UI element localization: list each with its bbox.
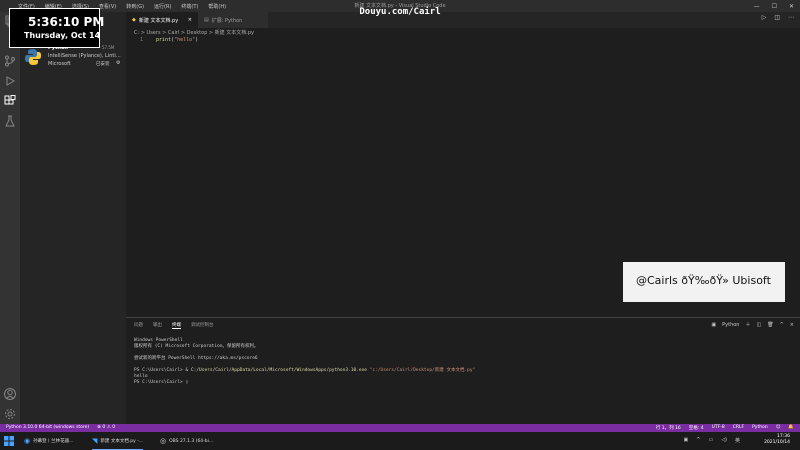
code-paren-close: ) xyxy=(195,37,199,43)
terminal-prompt-line: PS C:\Users\Cairl> ▯ xyxy=(134,380,475,386)
code-keyword: print xyxy=(156,37,172,43)
stream-watermark: Douyu.com/Cairl xyxy=(359,7,441,17)
taskbar-label: OBS 27.1.3 (64-bi... xyxy=(169,438,214,444)
menu-run[interactable]: 运行(R) xyxy=(154,3,171,10)
more-actions-icon[interactable]: ⋯ xyxy=(788,14,794,21)
tab-python-file[interactable]: ◆ 新建 文本文档.py × xyxy=(126,12,198,28)
account-icon[interactable] xyxy=(4,388,16,400)
tab-output[interactable]: 输出 xyxy=(153,322,162,329)
tab-label: 扩展: Python xyxy=(211,17,243,24)
extension-tab-icon: ▤ xyxy=(204,17,209,23)
taskbar-clock[interactable]: 17:36 2021/10/14 xyxy=(764,434,790,446)
extensions-icon[interactable] xyxy=(4,95,16,107)
overlay-date: Thursday, Oct 14 xyxy=(24,31,101,40)
maximize-icon[interactable]: ☐ xyxy=(772,3,777,10)
extension-status: 已安装 xyxy=(96,62,110,67)
terminal-command-line: PS C:\Users\Cairl> & C:/Users/Cairl/AppD… xyxy=(134,368,475,374)
tab-label: 新建 文本文档.py xyxy=(138,17,179,24)
extension-publisher: Microsoft xyxy=(48,61,71,67)
warning-icon: ⚠ xyxy=(106,425,111,430)
add-terminal-icon[interactable]: ＋ xyxy=(745,321,750,328)
shell-label[interactable]: Python xyxy=(722,322,739,328)
language-mode[interactable]: Python xyxy=(752,425,768,431)
notifications-icon[interactable]: 🔔 xyxy=(788,425,794,431)
feedback-icon[interactable]: ☺ xyxy=(776,425,781,431)
menu-help[interactable]: 帮助(H) xyxy=(208,3,226,10)
run-debug-icon[interactable] xyxy=(4,75,16,87)
extension-description: IntelliSense (Pylance), Linting... xyxy=(48,53,122,59)
encoding[interactable]: UTF-8 xyxy=(712,425,725,431)
testing-icon[interactable] xyxy=(4,115,16,127)
python-file-icon: ◆ xyxy=(132,17,136,23)
windows-logo-icon xyxy=(4,436,14,446)
split-editor-icon[interactable]: ◫ xyxy=(774,14,780,21)
line-ending[interactable]: CRLF xyxy=(733,425,744,431)
terminal-prompt: PS C:\Users\Cairl> xyxy=(134,380,186,385)
line-number: 1 xyxy=(140,37,144,43)
taskbar-label: 孙幕登丨兰林花器... xyxy=(33,439,74,444)
input-language[interactable]: 英 xyxy=(735,437,740,444)
tab-extension-python[interactable]: ▤ 扩展: Python xyxy=(198,12,268,28)
manage-gear-icon[interactable]: ⚙ xyxy=(116,60,120,66)
terminal-icon: ▣ xyxy=(711,321,717,328)
taskbar-browser[interactable]: ◉ 孙幕登丨兰林花器... xyxy=(24,433,73,449)
source-control-icon[interactable] xyxy=(4,55,16,67)
maximize-panel-icon[interactable]: ^ xyxy=(780,322,784,328)
show-hidden-icon[interactable]: ^ xyxy=(696,437,700,444)
error-count: 0 xyxy=(102,425,106,430)
code-string: "hello" xyxy=(174,37,196,43)
panel-actions: ▣ Python ＋ ◫ 🗑 ^ × xyxy=(711,321,794,329)
terminal-prompt: PS C:\Users\Cairl> & xyxy=(134,368,191,373)
run-icon[interactable]: ▷ xyxy=(762,14,767,21)
taskbar-obs[interactable]: ◎ OBS 27.1.3 (64-bi... xyxy=(160,433,213,449)
extension-downloads: 57.5M xyxy=(102,45,115,50)
close-icon[interactable]: ✕ xyxy=(789,3,794,10)
obs-icon: ◎ xyxy=(160,437,167,445)
menu-terminal[interactable]: 终端(T) xyxy=(181,3,198,10)
browser-icon: ◉ xyxy=(24,437,31,445)
close-icon[interactable]: × xyxy=(188,17,192,23)
tab-problems[interactable]: 问题 xyxy=(134,322,143,329)
terminal-exe-path: C:/Users/Cairl/AppData/Local/Microsoft/W… xyxy=(190,368,368,373)
cursor-icon: ▯ xyxy=(185,380,189,385)
cursor-position[interactable]: 行 1，列 16 xyxy=(656,425,681,431)
vscode-icon: ◥ xyxy=(92,437,98,445)
warning-count: 0 xyxy=(112,425,116,430)
tab-debug-console[interactable]: 调试控制台 xyxy=(191,322,214,329)
start-button[interactable] xyxy=(4,433,14,449)
activity-bar xyxy=(0,12,20,424)
trash-icon[interactable]: 🗑 xyxy=(767,322,773,328)
editor-actions: ▷ ◫ ⋯ xyxy=(762,14,794,21)
menu-go[interactable]: 转到(G) xyxy=(126,3,144,10)
python-logo-icon xyxy=(25,49,41,65)
social-overlay-text: @Cairls ðŸ‰ðŸ» Ubisoft xyxy=(636,274,771,287)
network-icon[interactable]: ▭ xyxy=(708,437,713,444)
terminal-arg: "c:/Users/Cairl/Desktop/新建 文本文档.py" xyxy=(367,368,476,373)
window-controls: — ☐ ✕ xyxy=(754,0,794,12)
python-interpreter[interactable]: Python 3.10.0 64-bit (windows store) xyxy=(6,425,89,430)
taskbar-vscode[interactable]: ◥ 新建 文本文档.py -... xyxy=(92,433,144,450)
taskbar-label: 新建 文本文档.py -... xyxy=(100,439,144,444)
indentation[interactable]: 空格: 4 xyxy=(689,425,704,431)
sidebar xyxy=(20,12,126,424)
menu-view[interactable]: 查看(V) xyxy=(99,3,116,10)
close-panel-icon[interactable]: × xyxy=(790,322,794,328)
problems-indicator[interactable]: ⊗ 0 ⚠ 0 xyxy=(97,425,115,430)
overlay-time: 5:36:10 PM xyxy=(28,15,105,29)
status-left: Python 3.10.0 64-bit (windows store) ⊗ 0… xyxy=(6,425,115,430)
tab-terminal[interactable]: 终端 xyxy=(172,322,181,329)
split-terminal-icon[interactable]: ◫ xyxy=(757,322,762,328)
panel-tabs: 问题 输出 终端 调试控制台 xyxy=(134,322,214,329)
error-icon: ⊗ xyxy=(97,425,101,430)
taskbar-date: 2021/10/14 xyxy=(764,440,790,445)
minimize-icon[interactable]: — xyxy=(754,3,760,10)
gear-icon[interactable] xyxy=(4,408,16,420)
status-right: 行 1，列 16 空格: 4 UTF-8 CRLF Python ☺ 🔔 xyxy=(656,425,794,431)
system-tray: ▣ ^ ▭ ◁) 英 xyxy=(684,437,740,444)
code-line[interactable]: print("hello") xyxy=(156,37,198,43)
terminal-output[interactable]: Windows PowerShell 版权所有 (C) Microsoft Cor… xyxy=(134,338,475,386)
tray-app-icon[interactable]: ▣ xyxy=(684,437,689,444)
volume-icon[interactable]: ◁) xyxy=(721,437,727,444)
